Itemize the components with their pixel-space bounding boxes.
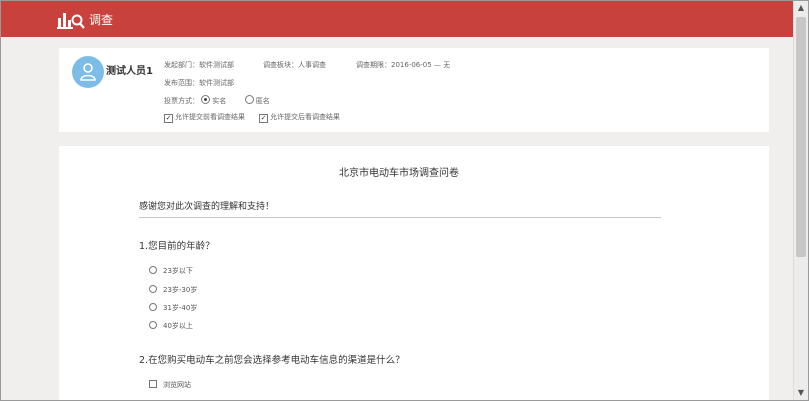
option-label: 23岁-30岁 <box>163 286 198 294</box>
vote-anonymous-radio[interactable] <box>244 95 254 104</box>
view-before-option: ✓ 允许提交前看调查结果 <box>164 112 245 123</box>
scope-value: 软件测试部 <box>199 79 234 87</box>
vote-realname-radio[interactable] <box>201 95 211 104</box>
dept-label: 发起部门： <box>164 61 199 69</box>
dept-value: 软件测试部 <box>199 61 234 69</box>
vote-realname-label: 实名 <box>212 97 227 105</box>
question-2-option[interactable]: 浏览网站 <box>149 380 191 390</box>
question-2-title: 2.在您购买电动车之前您会选择参考电动车信息的渠道是什么？ <box>139 355 405 366</box>
section-field: 调查板块：人事调查 <box>263 60 326 70</box>
scope-label: 发布范围： <box>164 79 199 87</box>
dept-field: 发起部门：软件测试部 <box>164 60 234 70</box>
option-radio[interactable] <box>149 285 157 293</box>
view-after-checkbox[interactable]: ✓ <box>259 114 268 123</box>
survey-title: 北京市电动车市场调查问卷 <box>339 168 459 179</box>
vote-label: 投票方式： <box>164 97 199 105</box>
view-after-option: ✓ 允许提交后看调查结果 <box>259 112 340 123</box>
app-header: 调查 <box>1 1 794 37</box>
survey-info-card: 测试人员1 发起部门：软件测试部 调查板块：人事调查 调查期限：2016-06-… <box>59 48 769 132</box>
view-after-label: 允许提交后看调查结果 <box>270 113 340 121</box>
period-field: 调查期限：2016-06-05 — 无 <box>356 60 450 70</box>
scroll-up-arrow-icon[interactable]: ▲ <box>794 1 808 15</box>
option-label: 40岁以上 <box>163 322 193 330</box>
period-value: 2016-06-05 — 无 <box>391 61 451 69</box>
scroll-down-arrow-icon[interactable]: ▼ <box>794 386 808 400</box>
question-1-option[interactable]: 23岁-30岁 <box>149 285 197 295</box>
vote-anonymous-label: 匿名 <box>255 97 270 105</box>
survey-panel: 北京市电动车市场调查问卷 感谢您对此次调查的理解和支持！ 1.您目前的年龄？ 2… <box>59 146 769 400</box>
scope-field: 发布范围：软件测试部 <box>164 78 234 88</box>
question-1-title: 1.您目前的年龄？ <box>139 241 215 252</box>
view-before-label: 允许提交前看调查结果 <box>175 113 245 121</box>
option-radio[interactable] <box>149 303 157 311</box>
question-1-option[interactable]: 40岁以上 <box>149 321 193 331</box>
option-label: 浏览网站 <box>163 381 191 389</box>
section-label: 调查板块： <box>263 61 298 69</box>
survey-intro: 感谢您对此次调查的理解和支持！ <box>139 202 275 212</box>
option-radio[interactable] <box>149 321 157 329</box>
view-before-checkbox[interactable]: ✓ <box>164 114 173 123</box>
option-radio[interactable] <box>149 266 157 274</box>
option-checkbox[interactable] <box>149 380 157 388</box>
vote-method-field: 投票方式： 实名 匿名 <box>164 95 270 106</box>
page-title: 调查 <box>89 13 114 27</box>
question-1-option[interactable]: 31岁-40岁 <box>149 303 197 313</box>
window-frame: 调查 测试人员1 发起部门：软件测试部 调查板块：人事调查 调查期限：2016-… <box>0 0 809 401</box>
user-name: 测试人员1 <box>106 66 153 77</box>
chart-search-icon <box>57 13 85 29</box>
option-label: 23岁以下 <box>163 267 193 275</box>
vertical-scrollbar[interactable]: ▲ ▼ <box>793 1 808 400</box>
question-1-option[interactable]: 23岁以下 <box>149 266 193 276</box>
section-value: 人事调查 <box>298 61 326 69</box>
divider <box>139 217 661 218</box>
period-label: 调查期限： <box>356 61 391 69</box>
option-label: 31岁-40岁 <box>163 304 198 312</box>
user-avatar-icon <box>72 56 104 88</box>
scroll-thumb[interactable] <box>796 17 806 257</box>
